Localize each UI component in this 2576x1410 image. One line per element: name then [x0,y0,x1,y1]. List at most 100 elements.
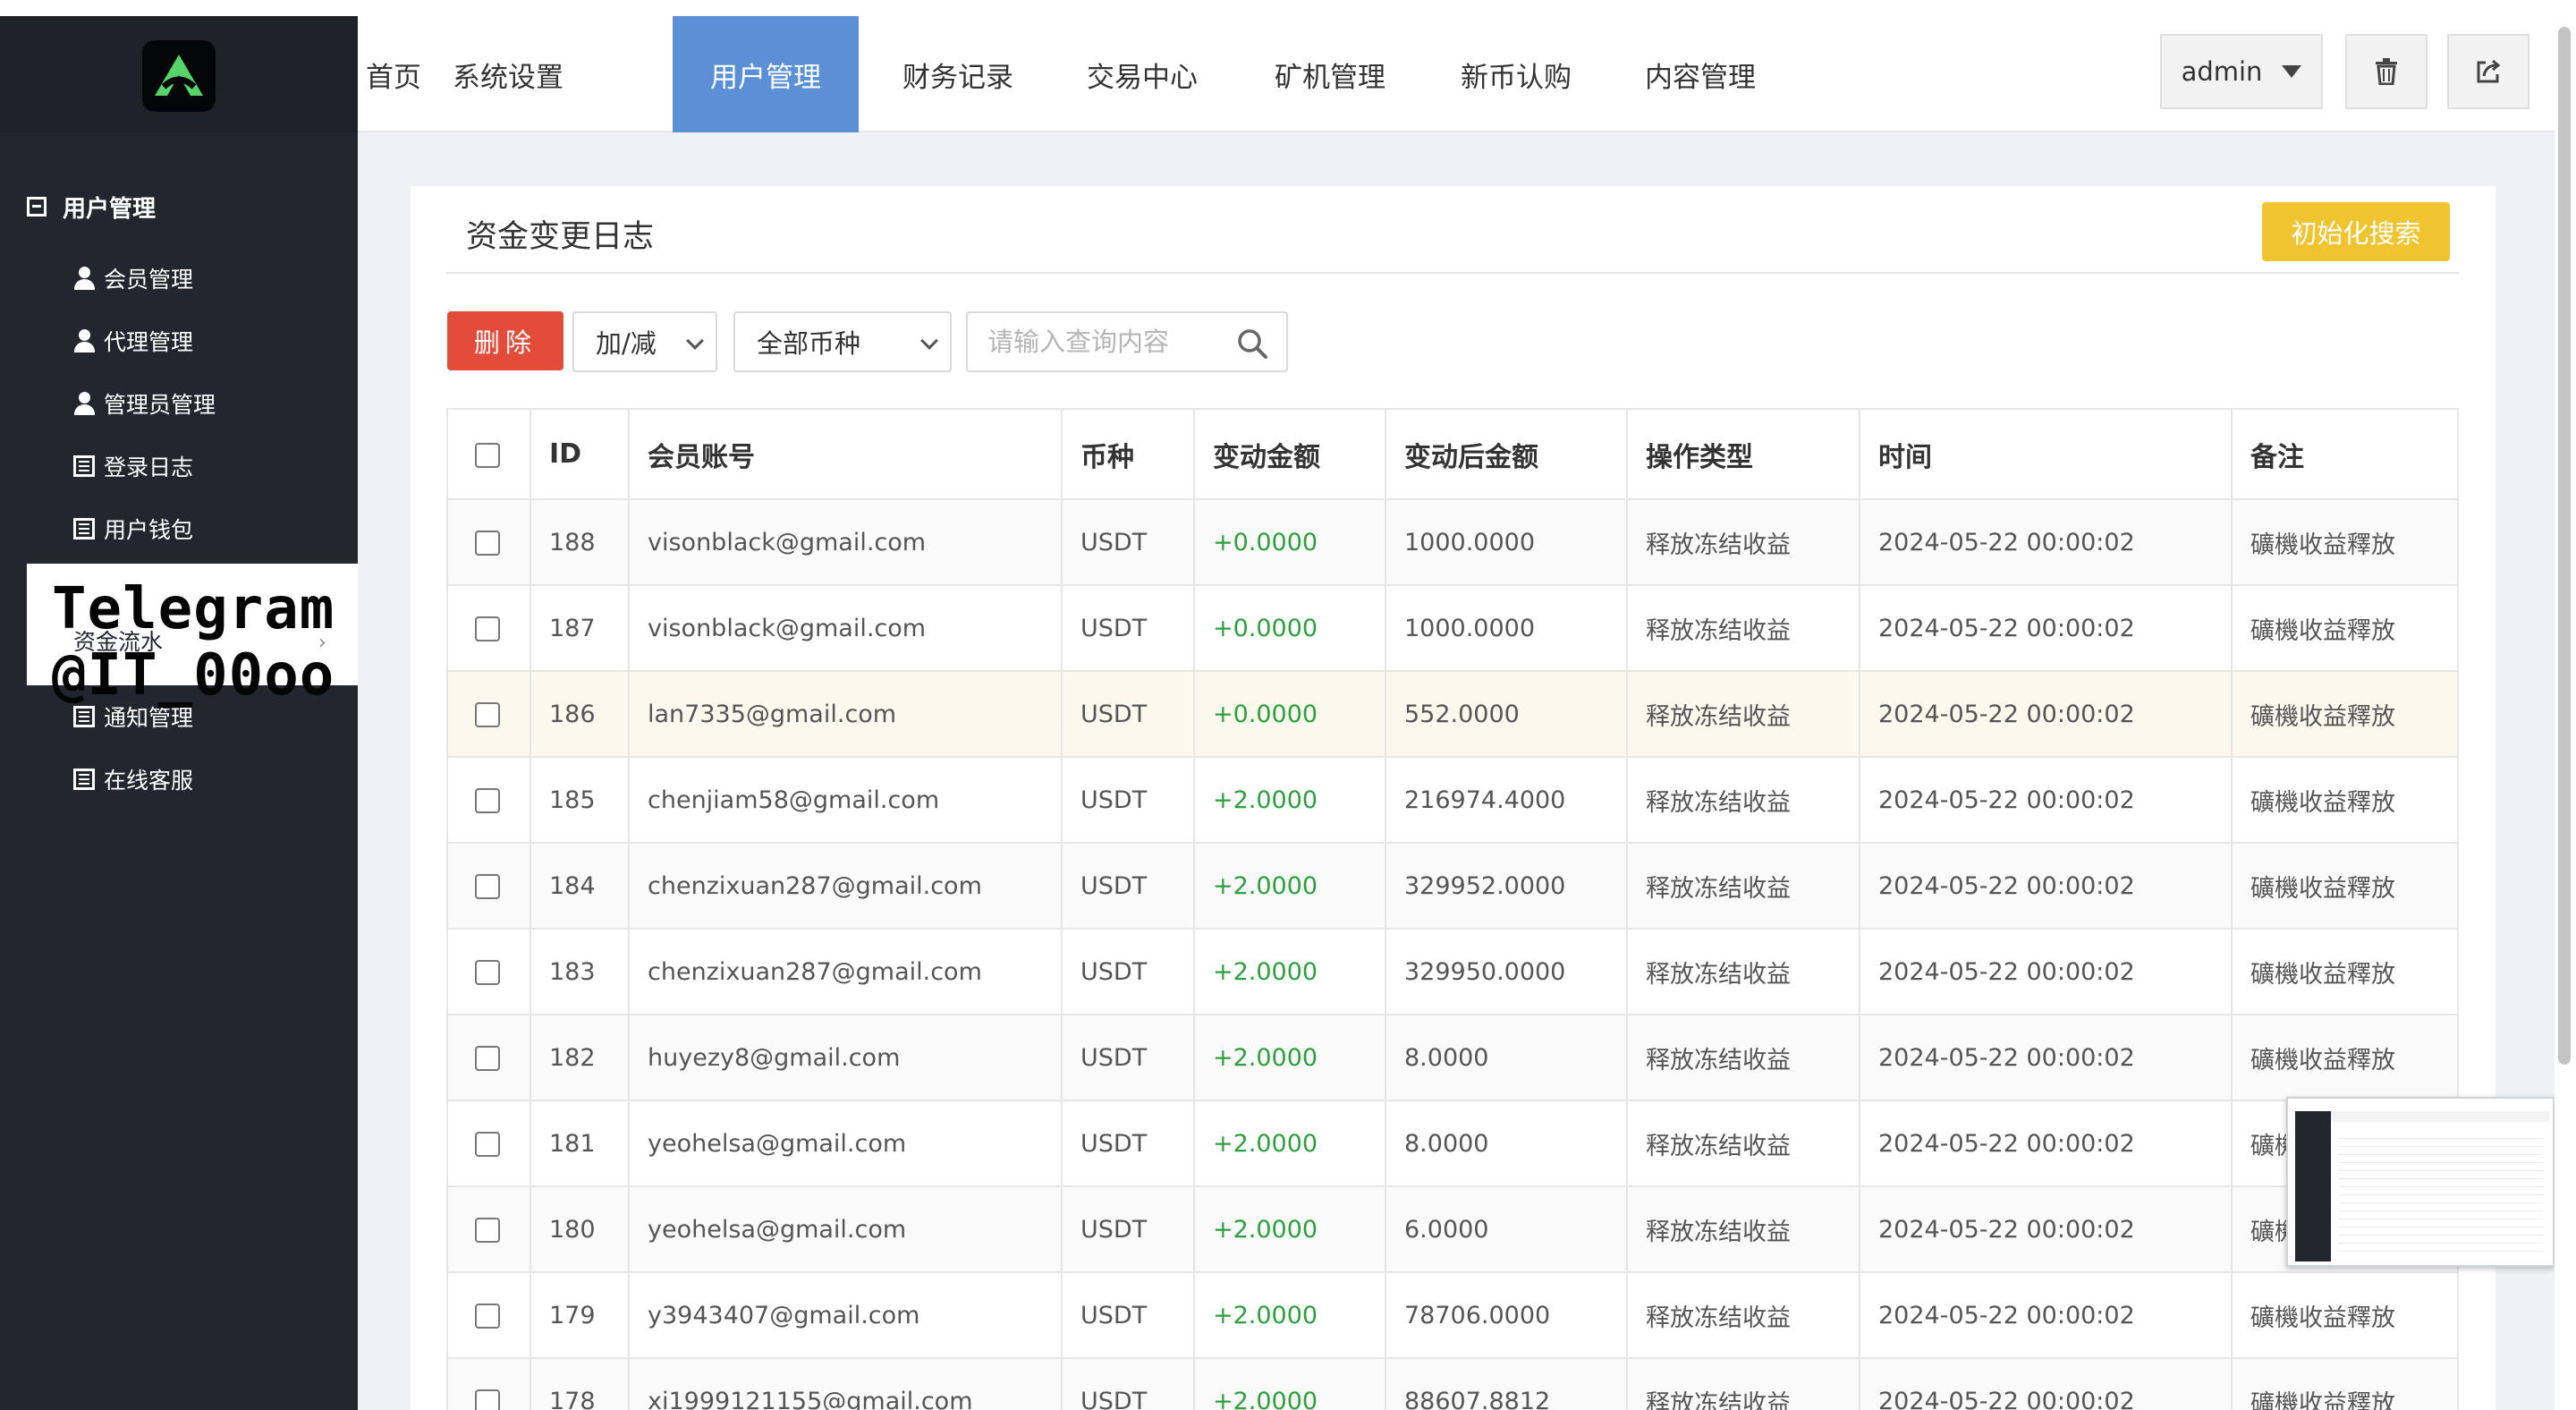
cell-balance-after: 1000.0000 [1385,585,1628,672]
cell-time: 2024-05-22 00:00:02 [1860,671,2233,758]
cell-currency: USDT [1062,499,1195,586]
row-checkbox[interactable] [475,788,500,813]
tab-home[interactable]: 首页 [358,16,429,132]
cell-currency: USDT [1062,1358,1195,1410]
sidebar-item-label: 用户钱包 [104,517,194,543]
logo-mark-icon [155,55,203,96]
row-select-cell [448,929,531,1015]
cell-account: visonblack@gmail.com [629,499,1063,586]
table-row[interactable]: 184 chenzixuan287@gmail.com USDT +2.0000 329… [448,843,2457,930]
column-header: 备注 [2232,410,2457,500]
logout-button[interactable] [2447,34,2529,109]
caret-down-icon [2282,65,2302,78]
row-checkbox[interactable] [475,531,500,556]
content-card: 资金变更日志 初始化搜索 删除 加/减 全部币种 请输入查询内容 ID 会员账号… [411,186,2496,1410]
cell-id: 186 [530,671,630,758]
search-input[interactable] [986,322,1227,361]
cell-id: 187 [530,585,630,672]
table-row[interactable]: 186 lan7335@gmail.com USDT +0.0000 552.0000 释… [448,671,2457,758]
tab-miner-management[interactable]: 矿机管理 [1267,16,1394,132]
cell-account: lan7335@gmail.com [629,671,1063,758]
row-checkbox[interactable] [475,1046,500,1071]
app-logo[interactable] [142,40,216,112]
sidebar-item-label: 登录日志 [104,454,194,480]
watermark-overlay: Telegram @IT_00oo [52,576,335,709]
cell-operation-type: 释放冻结收益 [1627,1100,1860,1187]
row-checkbox[interactable] [475,616,500,641]
row-checkbox[interactable] [475,1218,500,1243]
column-header: 变动后金额 [1385,410,1628,500]
row-select-cell [448,1015,531,1101]
type-filter-select[interactable]: 加/减 [572,311,717,372]
sidebar-item-online-support[interactable]: 在线客服 [73,757,193,802]
currency-filter-value: 全部币种 [757,328,861,359]
sidebar-item-members[interactable]: 会员管理 [73,256,193,301]
table-row[interactable]: 181 yeohelsa@gmail.com USDT +2.0000 8.0000 释放… [448,1100,2457,1187]
cell-currency: USDT [1062,1186,1195,1273]
cell-operation-type: 释放冻结收益 [1627,1186,1860,1273]
user-icon [73,329,95,352]
cell-time: 2024-05-22 00:00:02 [1860,1100,2233,1187]
table-row[interactable]: 180 yeohelsa@gmail.com USDT +2.0000 6.0000 释放… [448,1186,2457,1273]
cell-note: 礦機收益釋放 [2232,585,2457,672]
cell-change-amount: +2.0000 [1194,757,1386,844]
cell-account: visonblack@gmail.com [629,585,1063,672]
table-row[interactable]: 188 visonblack@gmail.com USDT +0.0000 1000.0… [448,499,2457,586]
sidebar-item-admins[interactable]: 管理员管理 [73,381,216,426]
chevron-down-icon [686,332,704,350]
tab-trading-center[interactable]: 交易中心 [1079,16,1206,132]
sidebar-item-user-wallet[interactable]: 用户钱包 [73,506,193,551]
tab-finance-records[interactable]: 财务记录 [894,16,1021,132]
list-icon [73,455,95,477]
cell-account: chenzixuan287@gmail.com [629,843,1063,930]
type-filter-value: 加/减 [596,328,657,359]
tab-new-coin-subscription[interactable]: 新币认购 [1453,16,1580,132]
cell-note: 礦機收益釋放 [2232,1272,2457,1359]
search-icon[interactable] [1236,327,1268,360]
cell-change-amount: +2.0000 [1194,1358,1386,1410]
column-header: 操作类型 [1627,410,1860,500]
delete-button[interactable]: 删除 [447,311,564,370]
table-row[interactable]: 178 xi1999121155@gmail.com USDT +2.0000 8860… [448,1358,2457,1410]
tab-system-settings[interactable]: 系统设置 [453,16,564,132]
list-icon [73,518,95,539]
tab-user-management[interactable]: 用户管理 [673,16,859,132]
cell-change-amount: +2.0000 [1194,1100,1386,1187]
cell-balance-after: 88607.8812 [1385,1358,1628,1410]
screenshot-thumbnail[interactable] [2286,1097,2555,1267]
clear-cache-button[interactable] [2345,34,2428,109]
cell-note: 礦機收益釋放 [2232,1015,2457,1101]
collapse-icon[interactable] [27,197,47,217]
row-checkbox[interactable] [475,1132,500,1157]
cell-note: 礦機收益釋放 [2232,1358,2457,1410]
menu-group-user-management[interactable]: 用户管理 [27,175,156,238]
cell-account: yeohelsa@gmail.com [629,1186,1063,1273]
row-checkbox[interactable] [475,1304,500,1329]
table-row[interactable]: 183 chenzixuan287@gmail.com USDT +2.0000 329… [448,929,2457,1015]
row-checkbox[interactable] [475,1389,500,1410]
row-checkbox[interactable] [475,960,500,985]
cell-time: 2024-05-22 00:00:02 [1860,585,2233,672]
cell-balance-after: 8.0000 [1385,1100,1628,1187]
cell-operation-type: 释放冻结收益 [1627,671,1860,758]
select-all-checkbox[interactable] [475,442,500,468]
row-select-cell [448,1272,531,1359]
cell-change-amount: +0.0000 [1194,585,1386,672]
tab-content-management[interactable]: 内容管理 [1637,16,1764,132]
table-row[interactable]: 182 huyezy8@gmail.com USDT +2.0000 8.0000 释放冻… [448,1015,2457,1101]
sidebar-item-agents[interactable]: 代理管理 [73,319,193,363]
reset-search-button[interactable]: 初始化搜索 [2262,202,2450,261]
row-checkbox[interactable] [475,874,500,899]
top-navigation: 首页 系统设置 用户管理 财务记录 交易中心 矿机管理 新币认购 内容管理 ad… [358,16,2555,132]
cell-account: y3943407@gmail.com [629,1272,1063,1359]
scrollbar-thumb[interactable] [2558,27,2571,1065]
table-row[interactable]: 185 chenjiam58@gmail.com USDT +2.0000 216974… [448,757,2457,844]
currency-filter-select[interactable]: 全部币种 [733,311,952,372]
cell-note: 礦機收益釋放 [2232,843,2457,930]
admin-menu-button[interactable]: admin [2160,34,2323,109]
select-all-cell [448,410,531,500]
sidebar-item-login-log[interactable]: 登录日志 [73,444,193,488]
table-row[interactable]: 187 visonblack@gmail.com USDT +0.0000 1000.0… [448,585,2457,672]
table-row[interactable]: 179 y3943407@gmail.com USDT +2.0000 78706.00… [448,1272,2457,1359]
row-checkbox[interactable] [475,702,500,727]
